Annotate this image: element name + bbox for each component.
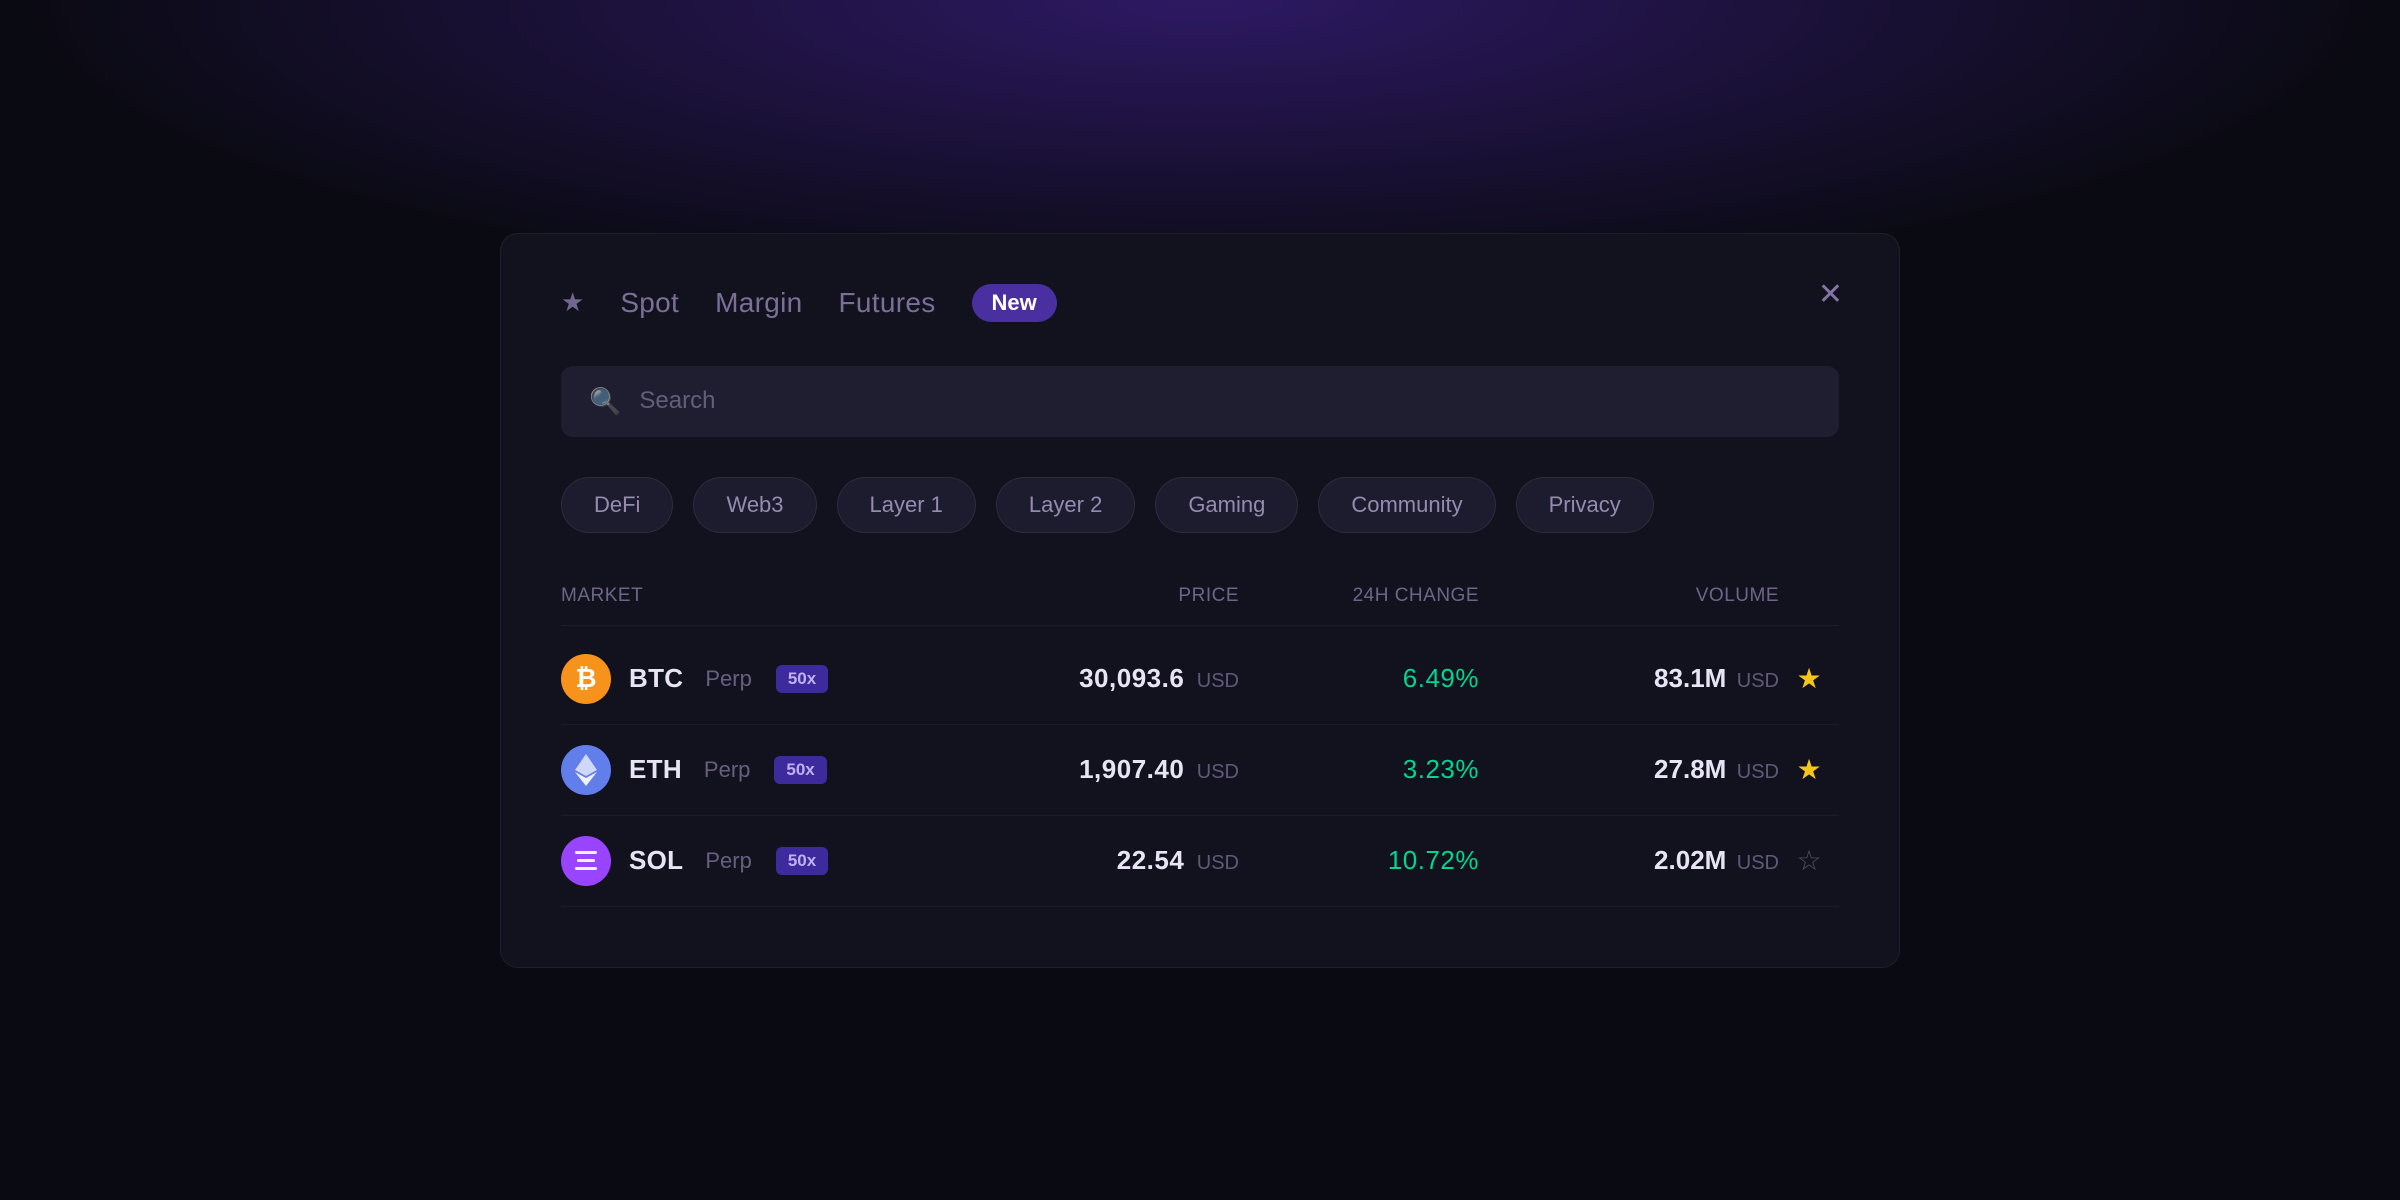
volume-unit: USD xyxy=(1737,761,1779,783)
col-market: MARKET xyxy=(561,585,959,607)
perp-label: Perp xyxy=(705,848,751,874)
category-row: DeFi Web3 Layer 1 Layer 2 Gaming Community Pri… xyxy=(561,477,1839,533)
change-value: 6.49% xyxy=(1403,663,1479,693)
price-value: 1,907.40 xyxy=(1079,754,1184,784)
leverage-badge: 50x xyxy=(774,756,826,784)
tab-margin[interactable]: Margin xyxy=(715,287,802,319)
volume-value: 83.1M xyxy=(1654,663,1726,693)
eth-coin-icon xyxy=(561,745,611,795)
market-selector-modal: ★ Spot Margin Futures New ✕ 🔍 DeFi Web3 La… xyxy=(500,233,1900,968)
sol-coin-icon xyxy=(561,836,611,886)
perp-label: Perp xyxy=(704,757,750,783)
category-layer1[interactable]: Layer 1 xyxy=(837,477,976,533)
volume-cell: 2.02M USD xyxy=(1479,845,1779,876)
close-button[interactable]: ✕ xyxy=(1818,280,1843,310)
price-unit: USD xyxy=(1197,852,1239,874)
nav-row: ★ Spot Margin Futures New xyxy=(561,284,1839,322)
category-privacy[interactable]: Privacy xyxy=(1516,477,1654,533)
table-header: MARKET Price 24H Change Volume xyxy=(561,585,1839,626)
category-web3[interactable]: Web3 xyxy=(693,477,816,533)
price-cell: 30,093.6 USD xyxy=(959,663,1239,694)
col-price: Price xyxy=(959,585,1239,607)
volume-unit: USD xyxy=(1737,852,1779,874)
volume-unit: USD xyxy=(1737,670,1779,692)
table-row[interactable]: ETH Perp 50x 1,907.40 USD 3.23% 27.8M US… xyxy=(561,725,1839,816)
modal-overlay: ★ Spot Margin Futures New ✕ 🔍 DeFi Web3 La… xyxy=(0,0,2400,1200)
new-badge[interactable]: New xyxy=(972,284,1057,322)
price-value: 22.54 xyxy=(1117,845,1185,875)
price-cell: 1,907.40 USD xyxy=(959,754,1239,785)
category-layer2[interactable]: Layer 2 xyxy=(996,477,1135,533)
change-value: 3.23% xyxy=(1403,754,1479,784)
coin-symbol: BTC xyxy=(629,663,683,694)
market-cell: SOL Perp 50x xyxy=(561,836,959,886)
price-value: 30,093.6 xyxy=(1079,663,1184,693)
tab-futures[interactable]: Futures xyxy=(839,287,936,319)
favorites-star-icon[interactable]: ★ xyxy=(561,287,584,318)
table-body: ₿ BTC Perp 50x 30,093.6 USD 6.49% 83.1M … xyxy=(561,634,1839,907)
price-unit: USD xyxy=(1197,670,1239,692)
star-icon[interactable]: ★ xyxy=(1796,753,1821,786)
star-icon[interactable]: ☆ xyxy=(1796,844,1821,877)
category-gaming[interactable]: Gaming xyxy=(1155,477,1298,533)
tab-spot[interactable]: Spot xyxy=(620,287,679,319)
price-cell: 22.54 USD xyxy=(959,845,1239,876)
btc-coin-icon: ₿ xyxy=(561,654,611,704)
leverage-badge: 50x xyxy=(776,665,828,693)
search-icon: 🔍 xyxy=(589,386,621,417)
table-row[interactable]: SOL Perp 50x 22.54 USD 10.72% 2.02M USD … xyxy=(561,816,1839,907)
search-input[interactable] xyxy=(639,387,1811,415)
col-volume: Volume xyxy=(1479,585,1779,607)
star-cell: ★ xyxy=(1779,662,1839,695)
change-cell: 6.49% xyxy=(1239,663,1479,694)
star-icon[interactable]: ★ xyxy=(1796,662,1821,695)
category-community[interactable]: Community xyxy=(1318,477,1495,533)
col-change: 24H Change xyxy=(1239,585,1479,607)
volume-value: 2.02M xyxy=(1654,845,1726,875)
leverage-badge: 50x xyxy=(776,847,828,875)
volume-value: 27.8M xyxy=(1654,754,1726,784)
perp-label: Perp xyxy=(705,666,751,692)
coin-symbol: ETH xyxy=(629,754,682,785)
volume-cell: 83.1M USD xyxy=(1479,663,1779,694)
category-defi[interactable]: DeFi xyxy=(561,477,673,533)
star-cell: ★ xyxy=(1779,753,1839,786)
coin-symbol: SOL xyxy=(629,845,683,876)
change-cell: 3.23% xyxy=(1239,754,1479,785)
search-container: 🔍 xyxy=(561,366,1839,437)
table-row[interactable]: ₿ BTC Perp 50x 30,093.6 USD 6.49% 83.1M … xyxy=(561,634,1839,725)
market-cell: ETH Perp 50x xyxy=(561,745,959,795)
change-cell: 10.72% xyxy=(1239,845,1479,876)
change-value: 10.72% xyxy=(1388,845,1479,875)
volume-cell: 27.8M USD xyxy=(1479,754,1779,785)
market-cell: ₿ BTC Perp 50x xyxy=(561,654,959,704)
star-cell: ☆ xyxy=(1779,844,1839,877)
price-unit: USD xyxy=(1197,761,1239,783)
